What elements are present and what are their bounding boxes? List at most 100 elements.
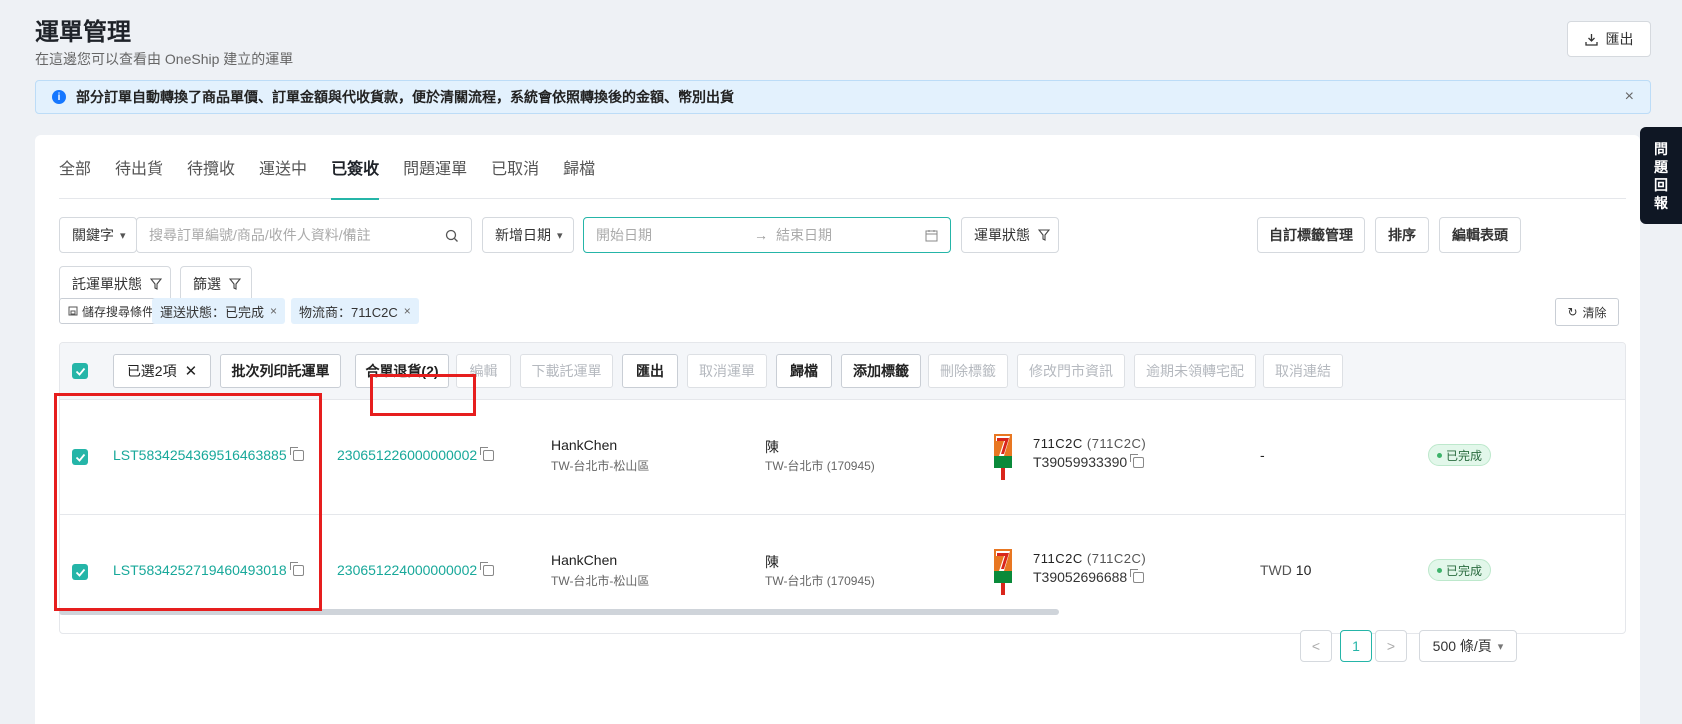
sender-region: TW-台北市-松山區	[551, 459, 650, 473]
copy-icon[interactable]	[1130, 453, 1145, 468]
page-number-button[interactable]: 1	[1340, 630, 1372, 662]
order-number-link[interactable]: 230651226000000002	[337, 446, 495, 463]
carrier-name: 711C2C (711C2C)	[1033, 551, 1146, 566]
copy-icon[interactable]	[480, 446, 495, 461]
prev-page-button[interactable]: <	[1300, 630, 1332, 662]
delete-tag-button[interactable]: 刪除標籤	[928, 354, 1008, 388]
status-dot	[1437, 567, 1442, 573]
tab-in-transit[interactable]: 運送中	[259, 135, 307, 199]
selected-count-button[interactable]: 已選2項 ✕	[113, 354, 211, 388]
seven-eleven-logo	[994, 434, 1012, 480]
sender-region: TW-台北市-松山區	[551, 574, 650, 588]
order-number-link[interactable]: 230651224000000002	[337, 561, 495, 578]
carrier-name: 711C2C (711C2C)	[1033, 436, 1146, 451]
filter-chip-carrier: 物流商：711C2C ×	[291, 298, 419, 324]
date-range-picker[interactable]: 開始日期 → 結束日期	[583, 217, 951, 253]
copy-icon[interactable]	[480, 561, 495, 576]
feedback-char: 題	[1654, 158, 1668, 175]
download-icon	[1584, 33, 1598, 46]
tab-pending-shipment[interactable]: 待出貨	[115, 135, 163, 199]
consignment-status-label: 託運單狀態	[72, 276, 142, 292]
clear-filters-button[interactable]: ↻ 清除	[1555, 298, 1619, 326]
cod-amount: 10	[1295, 562, 1312, 578]
date-type-select[interactable]: 新增日期 ▾	[482, 217, 574, 253]
tab-cancelled[interactable]: 已取消	[491, 135, 539, 199]
tab-all[interactable]: 全部	[59, 135, 91, 199]
chevron-down-icon: ▾	[120, 229, 126, 242]
save-search-button[interactable]: 儲存搜尋條件	[59, 298, 164, 324]
consignment-status-filter[interactable]: 託運單狀態	[59, 266, 171, 302]
cod-currency: -	[1260, 447, 1265, 463]
feedback-char: 報	[1654, 194, 1668, 211]
next-page-button[interactable]: >	[1375, 630, 1407, 662]
edit-header-button[interactable]: 編輯表頭	[1439, 217, 1521, 253]
end-date-field[interactable]: 結束日期	[776, 225, 832, 245]
save-icon	[68, 306, 78, 316]
batch-print-button[interactable]: 批次列印託運單	[220, 354, 341, 388]
date-type-label: 新增日期	[495, 227, 551, 243]
search-input[interactable]: 搜尋訂單編號/商品/收件人資料/備註	[136, 217, 472, 253]
copy-icon[interactable]	[1130, 568, 1145, 583]
funnel-icon	[229, 278, 241, 290]
feedback-button[interactable]: 問 題 回 報	[1640, 127, 1682, 224]
highlight-box-selected-rows	[54, 393, 322, 611]
page-size-label: 500 條/頁	[1432, 638, 1492, 654]
page-title: 運單管理	[35, 19, 131, 46]
refresh-icon: ↻	[1567, 305, 1578, 319]
page-subtitle: 在這邊您可以查看由 OneShip 建立的運單	[35, 51, 294, 67]
export-selected-button[interactable]: 匯出	[622, 354, 678, 388]
order-number: 230651226000000002	[337, 447, 478, 463]
tab-problem[interactable]: 問題運單	[403, 135, 467, 199]
shipment-status-filter[interactable]: 運單狀態	[961, 217, 1059, 253]
search-placeholder: 搜尋訂單編號/商品/收件人資料/備註	[149, 227, 371, 243]
keyword-label: 關鍵字	[72, 227, 114, 243]
export-button[interactable]: 匯出	[1567, 21, 1651, 57]
tracking-number-cell: T39059933390	[1033, 453, 1145, 470]
keyword-select[interactable]: 關鍵字 ▾	[59, 217, 137, 253]
cod-value: TWD 10	[1260, 562, 1311, 578]
close-icon[interactable]: ×	[1625, 88, 1634, 106]
notice-text: 部分訂單自動轉換了商品單價、訂單金額與代收貨款，便於清關流程，系統會依照轉換後的…	[76, 89, 734, 105]
filter-button[interactable]: 篩選	[180, 266, 252, 302]
cancel-shipment-button[interactable]: 取消運單	[687, 354, 767, 388]
custom-tags-button[interactable]: 自訂標籤管理	[1257, 217, 1365, 253]
unlink-button[interactable]: 取消連結	[1263, 354, 1343, 388]
select-all-checkbox[interactable]	[72, 363, 88, 379]
overdue-home-delivery-button[interactable]: 逾期未領轉宅配	[1134, 354, 1256, 388]
close-icon[interactable]: ×	[270, 304, 277, 318]
funnel-icon	[1038, 229, 1050, 241]
filter-chip-status: 運送狀態：已完成 ×	[152, 298, 286, 324]
sort-label: 排序	[1388, 227, 1416, 243]
calendar-icon	[925, 230, 938, 242]
carrier: 711C2C	[1033, 436, 1083, 451]
tab-delivered[interactable]: 已簽收	[331, 135, 380, 200]
seven-eleven-logo	[994, 549, 1012, 595]
feedback-char: 回	[1654, 176, 1668, 193]
shipment-status-label: 運單狀態	[974, 227, 1030, 243]
close-icon[interactable]: ×	[404, 304, 411, 318]
tracking-number: T39052696688	[1033, 569, 1128, 585]
chip-label: 物流商：711C2C	[299, 304, 398, 320]
feedback-char: 問	[1654, 140, 1668, 157]
cod-value: -	[1260, 447, 1265, 463]
archive-button[interactable]: 歸檔	[776, 354, 832, 388]
arrow-right-icon: →	[754, 227, 768, 243]
tab-archived[interactable]: 歸檔	[563, 135, 595, 199]
modify-store-button[interactable]: 修改門市資訊	[1017, 354, 1125, 388]
status-badge: 已完成	[1428, 559, 1492, 581]
highlight-box-merge-return	[370, 374, 476, 416]
recipient-region: TW-台北市 (170945)	[765, 459, 875, 473]
start-date-field[interactable]: 開始日期	[596, 225, 754, 245]
recipient-region: TW-台北市 (170945)	[765, 574, 875, 588]
page-size-select[interactable]: 500 條/頁 ▾	[1419, 630, 1517, 662]
add-tag-button[interactable]: 添加標籤	[841, 354, 921, 388]
download-consignment-button[interactable]: 下載託運單	[520, 354, 613, 388]
order-number: 230651224000000002	[337, 562, 478, 578]
tracking-number: T39059933390	[1033, 454, 1128, 470]
sort-button[interactable]: 排序	[1375, 217, 1429, 253]
status-label: 已完成	[1446, 448, 1483, 463]
status-label: 已完成	[1446, 563, 1483, 578]
status-tabs: 全部 待出貨 待攬收 運送中 已簽收 問題運單 已取消 歸檔	[59, 135, 1626, 200]
tab-pending-pickup[interactable]: 待攬收	[187, 135, 235, 199]
cod-currency: TWD	[1260, 562, 1292, 578]
